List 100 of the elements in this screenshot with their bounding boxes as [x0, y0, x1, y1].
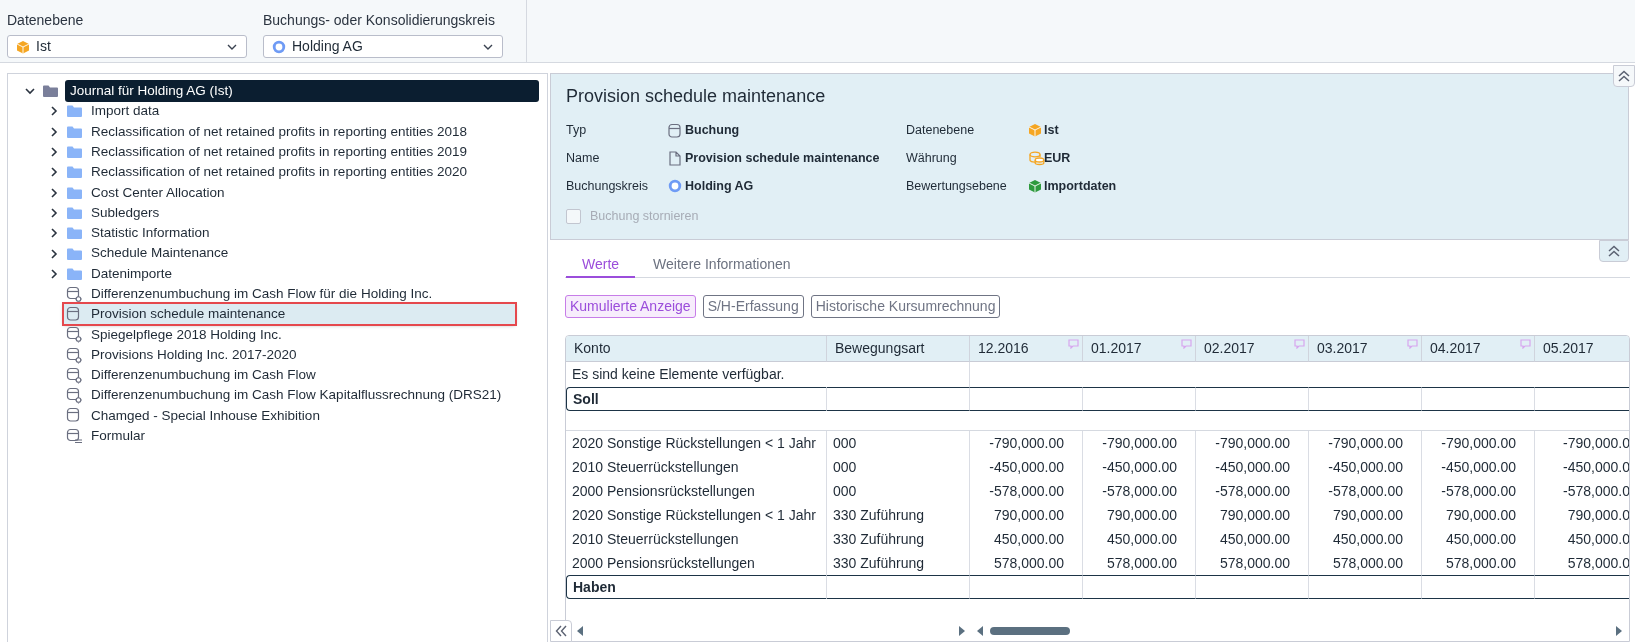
gear-container-icon [66, 326, 83, 344]
table-cell: -450,000.00 [1328, 458, 1403, 475]
column-header[interactable]: Bewegungsart [827, 336, 970, 362]
table-cell: 2000 Pensionsrückstellungen [572, 554, 755, 571]
table-cell: -450,000.00 [1441, 458, 1516, 475]
table-cell: 790,000.0 [1567, 506, 1629, 523]
table-cell: 790,000.00 [1219, 506, 1290, 523]
field-label: Buchungs- oder Konsolidierungskreis [263, 11, 496, 30]
table-cell: 578,000.00 [1219, 554, 1290, 571]
table-cell: 450,000.0 [1567, 530, 1629, 547]
table-cell: -790,000.0 [1563, 434, 1629, 451]
group-label: Haben [573, 578, 616, 595]
column-header[interactable]: 03.2017 [1309, 336, 1422, 362]
tree-item[interactable]: Datenimporte [64, 263, 515, 284]
toggle-button[interactable]: Historische Kursumrechnung [810, 295, 1001, 318]
column-header[interactable]: Konto [566, 336, 827, 362]
table-cell: -450,000.00 [1102, 458, 1177, 475]
table-cell: 450,000.00 [1106, 530, 1177, 547]
gear-container-icon [66, 366, 83, 384]
tab[interactable]: Werte [566, 252, 636, 278]
scroll-right-icon[interactable] [958, 625, 966, 637]
tree-item[interactable]: Statistic Information [64, 223, 515, 244]
details-title: Provision schedule maintenance [566, 85, 827, 108]
table-cell: 2010 Steuerrückstellungen [572, 530, 739, 547]
table-cell: -578,000.00 [1441, 482, 1516, 499]
scrollbar-thumb[interactable] [990, 626, 1070, 636]
table-cell: 2000 Pensionsrückstellungen [572, 482, 755, 499]
field-label: Typ [566, 122, 588, 139]
table-cell: -450,000.0 [1563, 458, 1629, 475]
tree-item[interactable]: Schedule Maintenance [64, 243, 515, 264]
tree-item[interactable]: Differenzenumbuchung im Cash Flow Kapitalflussrechnung (DRS21) [64, 385, 515, 406]
table-cell: -578,000.00 [1328, 482, 1403, 499]
form-icon [66, 427, 83, 445]
collapse-button[interactable] [1599, 240, 1629, 262]
field-value: Ist [1044, 122, 1060, 139]
table-cell: -578,000.00 [1102, 482, 1177, 499]
tree-item[interactable]: Provisions Holding Inc. 2017-2020 [64, 345, 515, 365]
table-cell: 578,000.00 [1332, 554, 1403, 571]
tree-item[interactable]: Subledgers [64, 202, 515, 223]
folder-icon [66, 266, 83, 281]
dropdown[interactable]: Holding AG [263, 35, 503, 58]
scroll-left-icon[interactable] [576, 625, 584, 637]
table-cell: -790,000.00 [1441, 434, 1516, 451]
table-cell: 000 [833, 482, 857, 499]
group-label: Soll [573, 390, 599, 407]
field-label: Datenebene [7, 11, 85, 30]
folder-icon [66, 124, 83, 139]
tree-item[interactable]: Chamged - Special Inhouse Exhibition [64, 405, 515, 426]
table-cell: -578,000.0 [1563, 482, 1629, 499]
tree-item[interactable]: Differenzenumbuchung im Cash Flow [64, 365, 515, 386]
dropdown[interactable]: Ist [7, 35, 247, 58]
table-cell: 330 Zuführung [833, 506, 925, 523]
table-cell: 450,000.00 [993, 530, 1064, 547]
table-cell: 330 Zuführung [833, 554, 925, 571]
column-header[interactable]: 12.2016 [970, 336, 1083, 362]
tree-item[interactable]: Cost Center Allocation [64, 182, 515, 203]
table-cell: 2020 Sonstige Rückstellungen < 1 Jahr [572, 506, 816, 523]
field-label: Datenebene [906, 122, 976, 139]
table-cell: -578,000.00 [1215, 482, 1290, 499]
toggle-button[interactable]: Kumulierte Anzeige [565, 295, 696, 318]
tree-item[interactable]: Differenzenumbuchung im Cash Flow für die Holding Inc. [64, 284, 515, 305]
tab[interactable]: Weitere Informationen [639, 252, 805, 278]
field-value: Buchung [685, 122, 741, 139]
toggle-button[interactable]: S/H-Erfassung [702, 295, 804, 318]
table-cell: 790,000.00 [1106, 506, 1177, 523]
tree-item[interactable]: Provision schedule maintenance [64, 304, 515, 325]
table-cell: 790,000.00 [1445, 506, 1516, 523]
tree-item[interactable]: Formular [64, 426, 515, 447]
column-header[interactable]: 01.2017 [1083, 336, 1196, 362]
table-cell: -790,000.00 [1328, 434, 1403, 451]
tree-item[interactable]: Spiegelpflege 2018 Holding Inc. [64, 324, 515, 345]
empty-message: Es sind keine Elemente verfügbar. [572, 366, 785, 382]
table-cell: -450,000.00 [1215, 458, 1290, 475]
column-header[interactable]: 02.2017 [1196, 336, 1309, 362]
ring-icon [668, 178, 682, 193]
folder-icon [42, 84, 59, 99]
column-header[interactable]: 04.2017 [1422, 336, 1535, 362]
gear-container-icon [66, 387, 83, 405]
table-cell: -790,000.00 [989, 434, 1064, 451]
table-cell: 578,000.00 [1106, 554, 1177, 571]
field-value: EUR [1044, 149, 1072, 167]
table-cell: 578,000.00 [1445, 554, 1516, 571]
tree-item[interactable]: Reclassification of net retained profits in reporting entities 2019 [64, 142, 515, 163]
table-cell: 330 Zuführung [833, 530, 925, 547]
container-icon [668, 122, 681, 138]
field-label: Name [566, 149, 601, 167]
folder-icon [66, 145, 83, 160]
scroll-right-icon[interactable] [1615, 625, 1623, 637]
scroll-left-icon[interactable] [976, 625, 984, 637]
tree-item[interactable]: Import data [64, 101, 515, 122]
tree-item[interactable]: Reclassification of net retained profits in reporting entities 2018 [64, 121, 515, 142]
folder-icon [66, 205, 83, 220]
collapse-button[interactable] [1613, 65, 1635, 87]
table-cell: 000 [833, 458, 857, 475]
folder-icon [66, 104, 83, 119]
collapse-button[interactable] [550, 620, 572, 642]
tree-item[interactable]: Reclassification of net retained profits in reporting entities 2020 [64, 162, 515, 183]
field-label: Buchungskreis [566, 177, 649, 195]
table-cell: -790,000.00 [1102, 434, 1177, 451]
column-header[interactable]: 05.2017 [1535, 336, 1629, 362]
